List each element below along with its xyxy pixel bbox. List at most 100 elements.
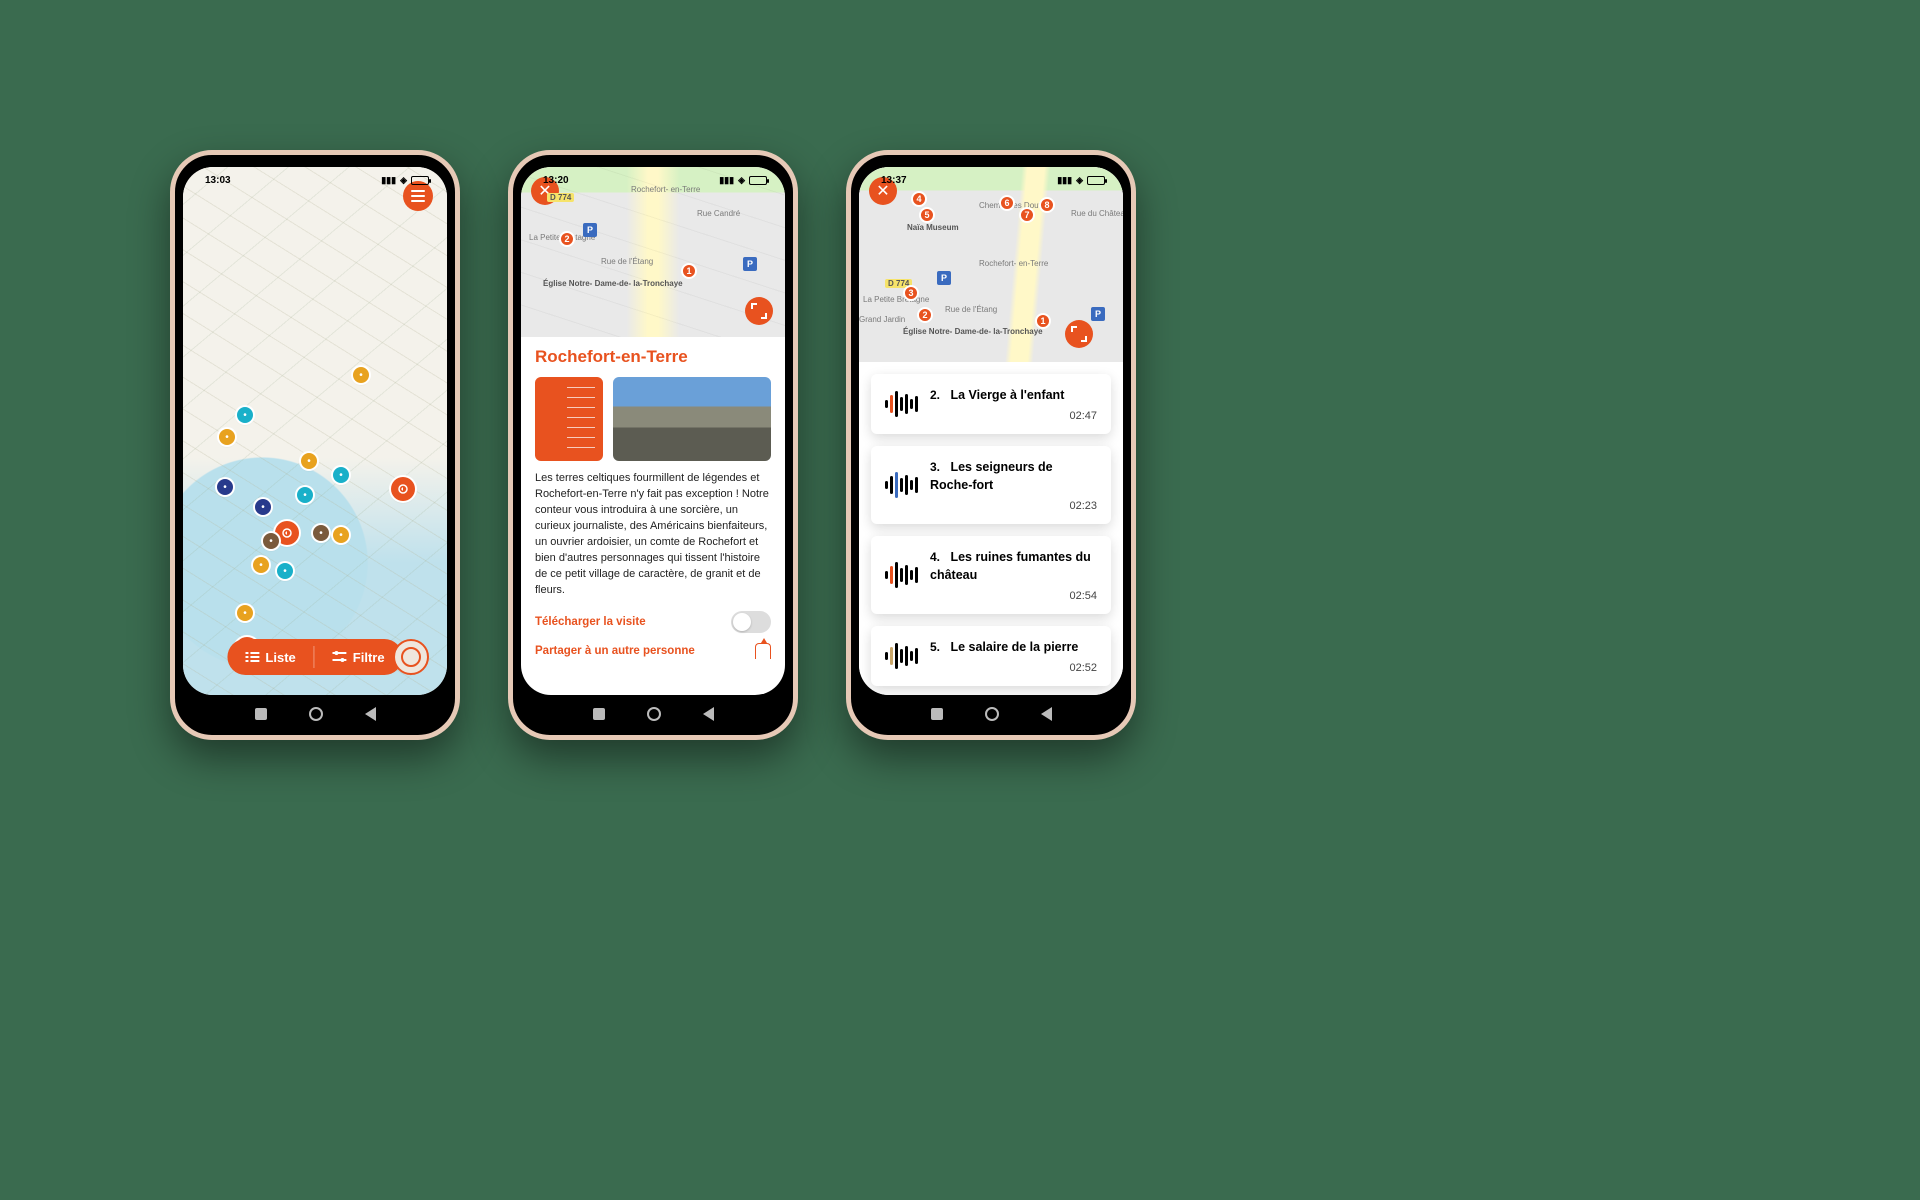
- share-label: Partager à un autre personne: [535, 645, 695, 657]
- android-nav: [513, 701, 793, 727]
- poi-marker-1[interactable]: 1: [681, 263, 697, 279]
- track-duration: 02:23: [930, 500, 1097, 512]
- waveform-icon: [885, 472, 918, 498]
- battery-icon: [411, 176, 429, 185]
- recents-button[interactable]: [593, 708, 605, 720]
- poi-marker-1[interactable]: 1: [1035, 313, 1051, 329]
- map-label-rue-candre: Rue Candré: [697, 209, 740, 218]
- map-label-church: Église Notre- Dame-de- la-Tronchaye: [543, 279, 683, 288]
- list-label: Liste: [265, 650, 295, 665]
- status-icons: ▮▮▮◈: [1057, 175, 1105, 186]
- poi-marker-2[interactable]: 2: [559, 231, 575, 247]
- parking-icon: P: [583, 223, 597, 237]
- filter-label: Filtre: [353, 650, 385, 665]
- map-poi-pin[interactable]: •: [253, 557, 269, 573]
- back-button[interactable]: [703, 707, 714, 721]
- compass-button[interactable]: [393, 639, 429, 675]
- poi-marker-3[interactable]: 3: [903, 285, 919, 301]
- track-title: Les ruines fumantes du château: [930, 550, 1091, 582]
- poi-marker-6[interactable]: 6: [999, 195, 1015, 211]
- tour-description: Les terres celtiques fourmillent de lége…: [535, 471, 771, 599]
- recents-button[interactable]: [255, 708, 267, 720]
- map-audio[interactable]: ✕ D 774 Naïa Museum Chemin des Douves Ru…: [859, 167, 1123, 362]
- map-poi-pin[interactable]: •: [353, 367, 369, 383]
- track-number: 5.: [930, 640, 940, 654]
- track-meta: 3. Les seigneurs de Roche-fort 02:23: [930, 458, 1097, 512]
- track-number: 2.: [930, 388, 940, 402]
- sliders-icon: [333, 651, 347, 663]
- expand-map-button[interactable]: [745, 297, 773, 325]
- map-overview[interactable]: •••••••••••••• Liste Filtre: [183, 167, 447, 695]
- map-label-naia: Naïa Museum: [907, 223, 959, 232]
- track-meta: 2. La Vierge à l'enfant 02:47: [930, 386, 1097, 422]
- tour-card-thumb[interactable]: [535, 377, 603, 461]
- map-label-rue-chateau: Rue du Château: [1071, 209, 1123, 218]
- back-button[interactable]: [365, 707, 376, 721]
- poi-marker-2[interactable]: 2: [917, 307, 933, 323]
- tour-photo-thumb[interactable]: [613, 377, 771, 461]
- android-nav: [851, 701, 1131, 727]
- android-nav: [175, 701, 455, 727]
- list-filter-pill: Liste Filtre: [227, 639, 402, 675]
- map-poi-pin[interactable]: •: [237, 605, 253, 621]
- audio-track-item[interactable]: 2. La Vierge à l'enfant 02:47: [871, 374, 1111, 434]
- battery-icon: [749, 176, 767, 185]
- map-poi-pin[interactable]: •: [301, 453, 317, 469]
- list-button[interactable]: Liste: [227, 639, 313, 675]
- back-button[interactable]: [1041, 707, 1052, 721]
- clock: 13:37: [881, 175, 907, 186]
- parking-icon: P: [937, 271, 951, 285]
- poi-marker-8[interactable]: 8: [1039, 197, 1055, 213]
- map-poi-pin[interactable]: •: [217, 479, 233, 495]
- map-label-church: Église Notre- Dame-de- la-Tronchaye: [903, 327, 1043, 336]
- map-poi-pin[interactable]: •: [333, 467, 349, 483]
- track-duration: 02:47: [930, 410, 1097, 422]
- clock: 13:20: [543, 175, 569, 186]
- track-meta: 4. Les ruines fumantes du château 02:54: [930, 548, 1097, 602]
- battery-icon: [1087, 176, 1105, 185]
- poi-marker-4[interactable]: 4: [911, 191, 927, 207]
- home-button[interactable]: [309, 707, 323, 721]
- map-poi-pin[interactable]: •: [297, 487, 313, 503]
- map-poi-pin[interactable]: •: [313, 525, 329, 541]
- tour-title: Rochefort-en-Terre: [535, 347, 771, 367]
- track-title: La Vierge à l'enfant: [950, 388, 1064, 402]
- parking-icon: P: [743, 257, 757, 271]
- track-title: Le salaire de la pierre: [950, 640, 1078, 654]
- map-poi-pin[interactable]: •: [277, 563, 293, 579]
- poi-marker-7[interactable]: 7: [1019, 207, 1035, 223]
- phone-audio-list: 13:37 ▮▮▮◈ ✕ D 774 Naïa Museum Chemin de…: [846, 150, 1136, 740]
- map-poi-pin[interactable]: [391, 477, 415, 501]
- map-poi-pin[interactable]: •: [219, 429, 235, 445]
- track-duration: 02:52: [930, 662, 1097, 674]
- list-icon: [245, 651, 259, 663]
- download-toggle[interactable]: [731, 611, 771, 633]
- map-label-petite: La Petite Bretagne: [863, 295, 929, 304]
- road-shield: D 774: [547, 193, 574, 202]
- map-poi-pin[interactable]: •: [237, 407, 253, 423]
- status-bar: 13:20 ▮▮▮◈: [521, 167, 785, 193]
- audio-track-item[interactable]: 4. Les ruines fumantes du château 02:54: [871, 536, 1111, 614]
- filter-button[interactable]: Filtre: [315, 639, 403, 675]
- share-row[interactable]: Partager à un autre personne: [535, 643, 771, 659]
- home-button[interactable]: [985, 707, 999, 721]
- map-label-jardin: Grand Jardin: [859, 315, 905, 324]
- signal-icon: ▮▮▮: [381, 175, 396, 186]
- clock: 13:03: [205, 175, 231, 186]
- share-icon: [755, 643, 771, 659]
- phone-map-overview: 13:03 ▮▮▮ ◈ •••••••••••••• Liste: [170, 150, 460, 740]
- home-button[interactable]: [647, 707, 661, 721]
- map-poi-pin[interactable]: •: [333, 527, 349, 543]
- map-label-rue-etang: Rue de l'Étang: [601, 257, 653, 266]
- status-icons: ▮▮▮◈: [719, 175, 767, 186]
- track-title: Les seigneurs de Roche-fort: [930, 460, 1053, 492]
- map-poi-pin[interactable]: •: [263, 533, 279, 549]
- poi-marker-5[interactable]: 5: [919, 207, 935, 223]
- audio-track-item[interactable]: 3. Les seigneurs de Roche-fort 02:23: [871, 446, 1111, 524]
- expand-map-button[interactable]: [1065, 320, 1093, 348]
- map-poi-pin[interactable]: •: [255, 499, 271, 515]
- map-label-rue-etang: Rue de l'Étang: [945, 305, 997, 314]
- recents-button[interactable]: [931, 708, 943, 720]
- audio-track-list[interactable]: 2. La Vierge à l'enfant 02:47 3. Les sei…: [859, 362, 1123, 695]
- audio-track-item[interactable]: 5. Le salaire de la pierre 02:52: [871, 626, 1111, 686]
